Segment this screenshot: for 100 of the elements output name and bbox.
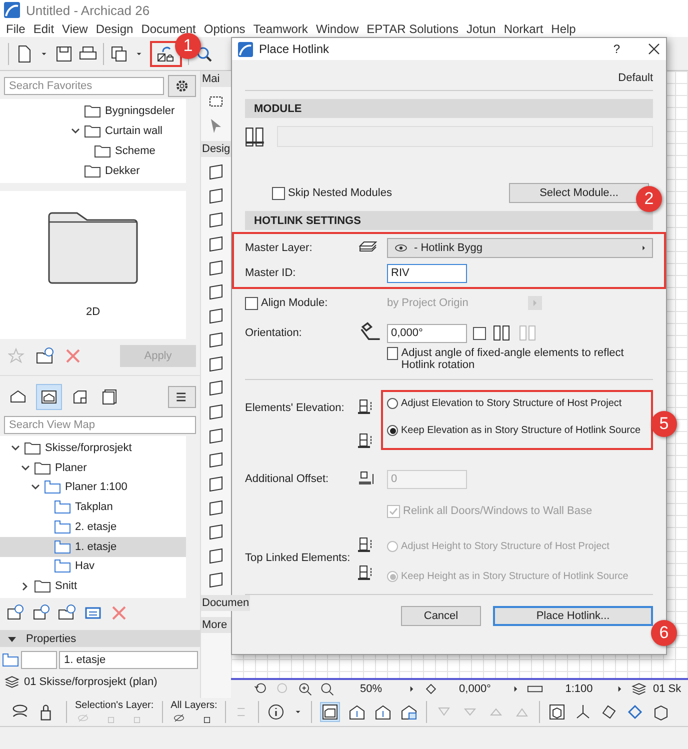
menu-item[interactable]: Document (141, 22, 196, 36)
help-button[interactable]: ? (613, 42, 642, 56)
tool-icon[interactable] (207, 427, 225, 445)
tool-icon[interactable] (207, 235, 225, 253)
tree-item[interactable]: 2. etasje (0, 517, 186, 537)
checkbox[interactable] (473, 326, 486, 340)
checkbox-option[interactable]: Adjust angle of fixed-angle elements to reflect Hotlink rotation (387, 347, 653, 371)
tree-item[interactable]: Curtain wall (0, 121, 186, 141)
info-icon[interactable] (267, 703, 286, 721)
folder-icon (84, 124, 101, 138)
tool-icon[interactable] (207, 355, 225, 373)
tree-item[interactable]: Planer 1:100 (0, 478, 186, 498)
menu-item[interactable]: Norkart (504, 22, 544, 36)
story-up-icon[interactable] (374, 703, 392, 721)
name-field[interactable]: 1. etasje (59, 651, 198, 669)
dialog-button[interactable]: Cancel (401, 606, 481, 626)
star-add-icon[interactable] (8, 347, 26, 365)
menu-item[interactable]: Design (96, 22, 134, 36)
menu-item[interactable]: View (62, 22, 88, 36)
toolbox-section[interactable]: Documen (201, 595, 250, 611)
close-icon[interactable] (648, 43, 660, 55)
tool-icon[interactable] (207, 259, 225, 277)
3d-window-icon[interactable] (548, 703, 566, 721)
tool-icon[interactable] (207, 187, 225, 205)
tool-icon[interactable] (207, 547, 225, 565)
zoom-value[interactable]: 50% (341, 683, 401, 695)
new-folder-icon[interactable] (58, 604, 76, 622)
tool-icon[interactable] (207, 307, 225, 325)
clone-view-icon[interactable] (32, 604, 50, 622)
checkbox-option[interactable]: Skip Nested Modules (272, 186, 392, 200)
story-settings-icon[interactable] (400, 703, 418, 721)
menu-item[interactable]: Options (204, 22, 246, 36)
story-down-icon[interactable] (348, 703, 366, 721)
toolbox-section[interactable]: More (201, 617, 231, 633)
radio-button[interactable] (387, 398, 398, 409)
search-field[interactable]: Search View Map (4, 416, 196, 434)
layer-dropdown[interactable]: - Hotlink Bygg (387, 238, 653, 258)
menu-item[interactable]: Teamwork (253, 22, 308, 36)
tree-item[interactable]: Scheme (0, 141, 186, 161)
tree-item[interactable]: 1. etasje (0, 536, 186, 556)
properties-header[interactable]: Properties (0, 630, 200, 647)
toolbox-section[interactable]: Desig (201, 141, 232, 157)
tree-item[interactable]: Planer (0, 458, 186, 478)
menu-button[interactable] (168, 386, 196, 408)
scale-value[interactable]: 1:100 (549, 683, 609, 695)
chevron-down-icon[interactable] (30, 484, 40, 490)
menu-item[interactable]: Edit (33, 22, 54, 36)
tool-icon[interactable] (207, 451, 225, 469)
folder-add-icon[interactable] (36, 347, 54, 365)
tool-icon[interactable] (207, 523, 225, 541)
radio-option[interactable]: Keep Elevation as in Story Structure of Hotlink Source (387, 425, 643, 436)
view-map-tab[interactable] (36, 384, 62, 410)
tool-icon[interactable] (207, 163, 225, 181)
new-view-icon[interactable] (6, 604, 24, 622)
master-id-field[interactable]: RIV (387, 264, 467, 282)
radio-option[interactable]: Adjust Elevation to Story Structure of Host Project (387, 398, 643, 409)
settings-button[interactable] (168, 75, 196, 97)
angle-field[interactable]: 0,000° (387, 324, 467, 342)
fit-zoom-icon[interactable] (319, 681, 335, 697)
menu-item[interactable]: Jotun (466, 22, 496, 36)
checkbox[interactable] (387, 347, 398, 360)
tree-item[interactable]: Hav (0, 556, 186, 576)
tool-icon[interactable] (207, 571, 225, 589)
tree-item[interactable]: Bygningsdeler (0, 101, 186, 121)
tool-icon[interactable] (207, 211, 225, 229)
id-field[interactable] (21, 651, 57, 669)
radio-button[interactable] (387, 425, 398, 436)
chevron-down-icon[interactable] (70, 128, 80, 134)
search-field[interactable]: Search Favorites (4, 77, 164, 95)
menu-item[interactable]: EPTAR Solutions (366, 22, 458, 36)
angle-value[interactable]: 0,000° (445, 683, 505, 695)
triangle-down-icon[interactable] (8, 634, 16, 642)
menu-item[interactable]: Window (316, 22, 359, 36)
copy-icon[interactable] (110, 44, 128, 62)
chevron-down-icon[interactable] (10, 444, 20, 451)
dialog-button[interactable]: Place Hotlink... (493, 606, 653, 626)
tree-item[interactable]: Dekker (0, 161, 186, 181)
zoom-in-icon[interactable] (297, 681, 313, 697)
chevron-right-icon[interactable] (22, 582, 28, 591)
tool-icon[interactable] (207, 499, 225, 517)
tool-icon[interactable] (207, 283, 225, 301)
cutaway-icon[interactable] (626, 703, 644, 721)
print-icon[interactable] (79, 44, 97, 62)
menu-item[interactable]: Help (551, 22, 576, 36)
hotlink-icon[interactable] (156, 44, 176, 62)
tree-item[interactable]: Skisse/forprosjekt (0, 438, 186, 458)
tool-icon[interactable] (207, 379, 225, 397)
tool-icon[interactable] (207, 403, 225, 421)
tool-icon[interactable] (207, 331, 225, 349)
tree-item[interactable]: Snitt (0, 576, 186, 596)
menu-item[interactable]: File (6, 22, 26, 36)
tool-icon[interactable] (207, 475, 225, 493)
tree-item[interactable]: Takplan (0, 497, 186, 517)
chevron-down-icon[interactable] (20, 464, 30, 471)
layer-combination-value[interactable]: 01 Sk (653, 683, 682, 695)
cube-icon[interactable] (652, 703, 670, 721)
layers-icon[interactable] (631, 681, 647, 697)
preset-label[interactable]: Default (618, 72, 653, 90)
save-icon[interactable] (55, 44, 73, 62)
checkbox[interactable] (272, 186, 285, 200)
